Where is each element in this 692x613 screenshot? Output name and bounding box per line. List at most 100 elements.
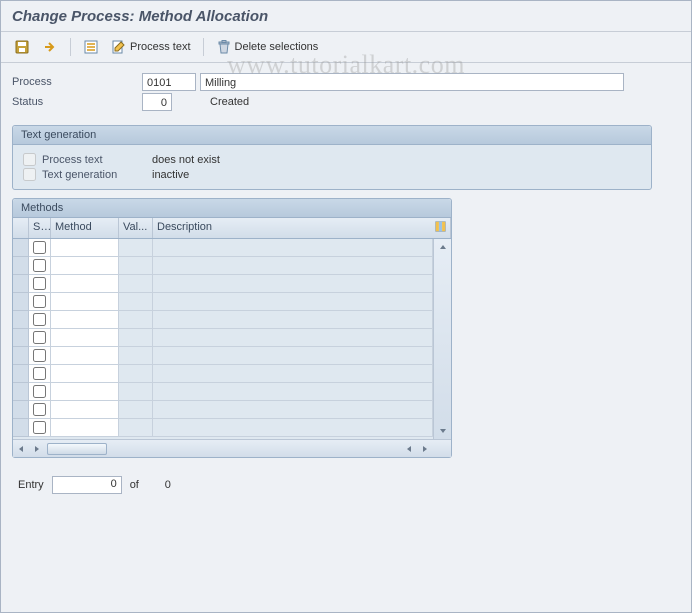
row-method-cell[interactable] (51, 257, 119, 275)
entry-total: 0 (147, 479, 171, 491)
row-val-cell[interactable] (119, 329, 153, 347)
row-checkbox[interactable] (33, 367, 46, 380)
text-generation-chk-label: Text generation (42, 169, 152, 181)
row-selector[interactable] (13, 383, 29, 401)
scroll-left2-button[interactable] (401, 441, 417, 457)
row-val-cell[interactable] (119, 311, 153, 329)
back-button[interactable] (38, 37, 62, 57)
row-val-cell[interactable] (119, 257, 153, 275)
row-checkbox[interactable] (33, 385, 46, 398)
chevron-left-icon (404, 444, 414, 454)
methods-title: Methods (13, 199, 451, 218)
row-desc-cell[interactable] (153, 239, 433, 257)
row-method-cell[interactable] (51, 329, 119, 347)
col-val[interactable]: Val... (119, 218, 153, 238)
list-button[interactable] (79, 37, 103, 57)
row-selector[interactable] (13, 293, 29, 311)
row-method-cell[interactable] (51, 293, 119, 311)
row-checkbox-cell[interactable] (29, 275, 51, 293)
row-selector[interactable] (13, 311, 29, 329)
chevron-down-icon (438, 426, 448, 436)
vertical-scrollbar[interactable] (433, 239, 451, 439)
row-checkbox-cell[interactable] (29, 383, 51, 401)
save-button[interactable] (10, 37, 34, 57)
row-desc-cell[interactable] (153, 257, 433, 275)
row-checkbox[interactable] (33, 259, 46, 272)
row-desc-cell[interactable] (153, 293, 433, 311)
row-checkbox[interactable] (33, 277, 46, 290)
row-selector[interactable] (13, 347, 29, 365)
row-val-cell[interactable] (119, 347, 153, 365)
row-checkbox-cell[interactable] (29, 311, 51, 329)
process-text-button[interactable]: Process text (107, 37, 195, 57)
row-checkbox[interactable] (33, 349, 46, 362)
row-selector[interactable] (13, 329, 29, 347)
scroll-left-button[interactable] (13, 441, 29, 457)
row-checkbox-cell[interactable] (29, 365, 51, 383)
row-checkbox[interactable] (33, 421, 46, 434)
row-checkbox-cell[interactable] (29, 329, 51, 347)
row-method-cell[interactable] (51, 239, 119, 257)
row-desc-cell[interactable] (153, 347, 433, 365)
status-code-field[interactable]: 0 (142, 93, 172, 111)
row-checkbox[interactable] (33, 295, 46, 308)
row-method-cell[interactable] (51, 347, 119, 365)
process-code-field[interactable]: 0101 (142, 73, 196, 91)
scroll-down-button[interactable] (435, 423, 451, 439)
row-val-cell[interactable] (119, 365, 153, 383)
row-val-cell[interactable] (119, 383, 153, 401)
row-checkbox-cell[interactable] (29, 401, 51, 419)
col-s[interactable]: S.. (29, 218, 51, 238)
text-generation-title: Text generation (13, 126, 651, 145)
horizontal-scrollbar[interactable] (13, 439, 451, 457)
row-val-cell[interactable] (119, 293, 153, 311)
row-checkbox-cell[interactable] (29, 347, 51, 365)
row-checkbox-cell[interactable] (29, 419, 51, 437)
row-checkbox-cell[interactable] (29, 293, 51, 311)
row-desc-cell[interactable] (153, 401, 433, 419)
row-val-cell[interactable] (119, 239, 153, 257)
row-method-cell[interactable] (51, 401, 119, 419)
row-selector[interactable] (13, 275, 29, 293)
row-checkbox[interactable] (33, 313, 46, 326)
row-method-cell[interactable] (51, 311, 119, 329)
row-method-cell[interactable] (51, 365, 119, 383)
row-method-cell[interactable] (51, 383, 119, 401)
scroll-thumb[interactable] (47, 443, 107, 455)
row-selector[interactable] (13, 401, 29, 419)
delete-selections-label: Delete selections (235, 41, 319, 53)
row-checkbox[interactable] (33, 331, 46, 344)
entry-label: Entry (18, 479, 44, 491)
delete-selections-button[interactable]: Delete selections (212, 37, 323, 57)
scroll-up-button[interactable] (435, 239, 451, 255)
configure-columns-button[interactable] (431, 218, 451, 238)
table-row (13, 257, 433, 275)
row-desc-cell[interactable] (153, 419, 433, 437)
row-selector[interactable] (13, 365, 29, 383)
row-selector[interactable] (13, 239, 29, 257)
row-desc-cell[interactable] (153, 365, 433, 383)
row-method-cell[interactable] (51, 275, 119, 293)
scroll-right-button[interactable] (417, 441, 433, 457)
row-desc-cell[interactable] (153, 311, 433, 329)
row-desc-cell[interactable] (153, 383, 433, 401)
row-desc-cell[interactable] (153, 329, 433, 347)
row-val-cell[interactable] (119, 401, 153, 419)
row-checkbox[interactable] (33, 241, 46, 254)
row-desc-cell[interactable] (153, 275, 433, 293)
col-method[interactable]: Method (51, 218, 119, 238)
row-checkbox-cell[interactable] (29, 257, 51, 275)
entry-value-field[interactable]: 0 (52, 476, 122, 494)
row-val-cell[interactable] (119, 275, 153, 293)
row-checkbox-cell[interactable] (29, 239, 51, 257)
col-rowselect[interactable] (13, 218, 29, 238)
process-name-field[interactable]: Milling (200, 73, 624, 91)
row-val-cell[interactable] (119, 419, 153, 437)
row-selector[interactable] (13, 257, 29, 275)
row-method-cell[interactable] (51, 419, 119, 437)
scroll-right-button-inner[interactable] (29, 441, 45, 457)
row-selector[interactable] (13, 419, 29, 437)
header-form: Process 0101 Milling Status 0 Created (0, 63, 640, 117)
row-checkbox[interactable] (33, 403, 46, 416)
col-description[interactable]: Description (153, 218, 431, 238)
